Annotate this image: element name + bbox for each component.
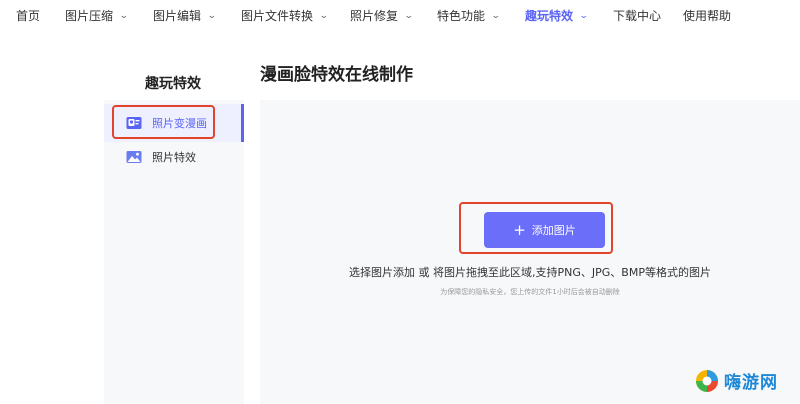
watermark: 嗨游网 [695, 368, 778, 393]
plus-icon: + [513, 220, 526, 239]
privacy-note: 为保障您的隐私安全，您上传的文件1小时后会被自动删除 [440, 288, 620, 296]
sidebar-item-photo-to-comic[interactable]: 照片变漫画 [104, 104, 244, 142]
sidebar-title: 趣玩特效 [145, 76, 201, 92]
nav-home[interactable]: 首页 [16, 7, 40, 24]
chevron-down-icon: ⌄ [206, 10, 217, 21]
nav-label: 趣玩特效 [525, 9, 574, 23]
comic-photo-icon [126, 117, 142, 129]
sidebar-item-photo-effects[interactable]: 照片特效 [104, 138, 244, 176]
nav-help[interactable]: 使用帮助 [683, 7, 731, 24]
page-title: 漫画脸特效在线制作 [260, 65, 413, 85]
chevron-down-icon: ⌄ [490, 10, 501, 21]
chevron-down-icon: ⌄ [118, 10, 129, 21]
upload-dropzone[interactable] [260, 100, 800, 404]
nav-fun-effects[interactable]: 趣玩特效 ⌄ [525, 7, 589, 24]
top-navigation: 首页 图片压缩 ⌄ 图片编辑 ⌄ 图片文件转换 ⌄ 照片修复 ⌄ 特色功能 ⌄ … [0, 0, 800, 30]
nav-label: 首页 [16, 9, 41, 23]
nav-special-features[interactable]: 特色功能 ⌄ [437, 7, 501, 24]
nav-label: 下载中心 [613, 9, 662, 23]
nav-image-compress[interactable]: 图片压缩 ⌄ [65, 7, 129, 24]
sidebar-item-label: 照片变漫画 [152, 117, 207, 130]
chevron-down-icon: ⌄ [403, 10, 414, 21]
chevron-down-icon: ⌄ [318, 10, 329, 21]
add-image-label: 添加图片 [531, 224, 576, 237]
nav-image-edit[interactable]: 图片编辑 ⌄ [153, 7, 217, 24]
add-image-button[interactable]: + 添加图片 [484, 212, 605, 248]
nav-label: 图片编辑 [153, 9, 202, 23]
nav-label: 图片压缩 [65, 9, 114, 23]
nav-photo-repair[interactable]: 照片修复 ⌄ [350, 7, 414, 24]
sidebar-item-label: 照片特效 [152, 151, 196, 164]
nav-download-center[interactable]: 下载中心 [613, 7, 661, 24]
upload-hint: 选择图片添加 或 将图片拖拽至此区域,支持PNG、JPG、BMP等格式的图片 [349, 266, 711, 279]
chevron-down-icon: ⌄ [578, 10, 589, 21]
nav-label: 图片文件转换 [241, 9, 314, 23]
watermark-logo-icon [696, 369, 718, 392]
nav-label: 使用帮助 [683, 9, 732, 23]
sidebar: 照片变漫画 照片特效 [104, 100, 244, 404]
watermark-text: 嗨游网 [724, 373, 778, 393]
landscape-photo-icon [126, 151, 142, 163]
nav-file-convert[interactable]: 图片文件转换 ⌄ [241, 7, 329, 24]
nav-label: 照片修复 [350, 9, 399, 23]
nav-label: 特色功能 [437, 9, 486, 23]
